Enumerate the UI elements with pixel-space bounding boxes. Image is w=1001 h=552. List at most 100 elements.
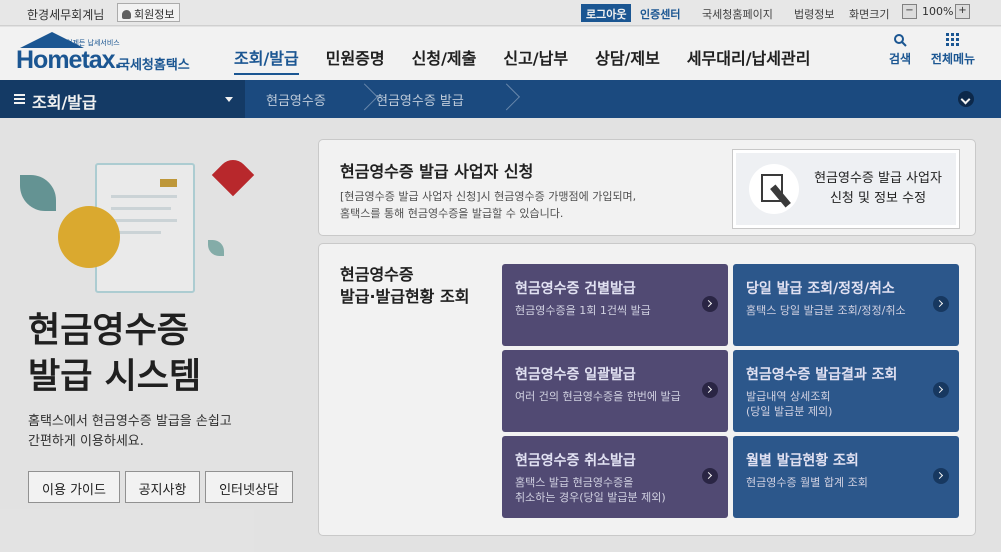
user-name: 한경세무회계님 [27,8,105,22]
receipt-line [111,195,177,198]
chevron-down-icon [225,97,233,102]
hero-description: 홈택스에서 현금영수증 발급을 손쉽고간편하게 이용하세요. [28,412,232,452]
breadcrumb-separator [492,80,506,118]
grid-icon [946,33,959,46]
tile-desc-line1: 여러 건의 현금영수증을 한번에 발급 [515,390,681,403]
all-menu-button[interactable]: 전체메뉴 [928,33,978,67]
cta-inner: 현금영수증 발급 사업자신청 및 정보 수정 [736,153,956,225]
logout-button[interactable]: 로그아웃 [581,4,632,22]
user-icon [122,10,131,19]
zoom-value: 100% [922,5,954,18]
zoom-out-button[interactable]: − [902,4,917,19]
tile-desc-line1: 홈택스 발급 현금영수증을 [515,476,634,489]
hero-desc-line2: 간편하게 이용하세요. [28,434,144,449]
tile-desc-line1: 현금영수증 월별 합계 조회 [746,476,868,489]
tile-desc: 현금영수증을 1회 1건씩 발급 [515,303,728,318]
tile-today-inquiry[interactable]: 당일 발급 조회/정정/취소 홈택스 당일 발급분 조회/정정/취소 [733,264,959,346]
tile-cancel-issue[interactable]: 현금영수증 취소발급 홈택스 발급 현금영수증을취소하는 경우(당일 발급분 제… [502,436,728,518]
tile-bulk-issue[interactable]: 현금영수증 일괄발급 여러 건의 현금영수증을 한번에 발급 [502,350,728,432]
chevron-right-icon [933,382,949,398]
section-label: 조회/발급 [32,93,97,112]
tile-desc-line1: 홈택스 당일 발급분 조회/정정/취소 [746,304,906,317]
heart-illustration [211,153,255,197]
hero-title-line1: 현금영수증 [28,311,190,351]
leaf-illustration [20,175,56,211]
gnb-civil-cert[interactable]: 민원증명 [326,45,385,75]
all-menu-label: 전체메뉴 [930,52,976,66]
issue-title-line1: 현금영수증 [340,265,414,284]
zoom-in-button[interactable]: + [955,4,970,19]
receipt-line [111,207,171,210]
business-apply-desc: [현금영수증 발급 사업자 신청]시 현금영수증 가맹점에 가입되며, 홈택스를 … [340,188,636,222]
search-icon [894,34,907,47]
header: 언제든 납세서비스 Hometax. 국세청홈택스 조회/발급 민원증명 신청/… [0,27,1001,80]
gnb-tax-agent[interactable]: 세무대리/납세관리 [687,45,811,75]
tile-desc-line1: 현금영수증을 1회 1건씩 발급 [515,304,651,317]
breadcrumb-cash-receipt[interactable]: 현금영수증 [266,90,326,109]
logo-text: Hometax. [16,46,122,74]
business-apply-cta-button[interactable]: 현금영수증 발급 사업자신청 및 정보 수정 [732,149,960,229]
hero-panel: 현금영수증발급 시스템 홈택스에서 현금영수증 발급을 손쉽고간편하게 이용하세… [0,118,310,552]
hero-title: 현금영수증발급 시스템 [28,308,201,400]
tile-desc: 홈택스 당일 발급분 조회/정정/취소 [746,303,959,318]
tile-desc: 홈택스 발급 현금영수증을취소하는 경우(당일 발급분 제외) [515,475,728,505]
tile-title: 현금영수증 발급결과 조회 [746,367,898,383]
nav-expand-button[interactable] [958,91,974,107]
tile-title: 현금영수증 일괄발급 [515,367,636,383]
cert-center-link[interactable]: 인증센터 [640,6,680,22]
receipt-line [111,219,177,222]
tile-title: 현금영수증 취소발급 [515,453,636,469]
tile-desc-line2: 취소하는 경우(당일 발급분 제외) [515,491,666,504]
issue-title-line2: 발급·발급현황 조회 [340,287,470,306]
chevron-right-icon [933,296,949,312]
notice-button[interactable]: 공지사항 [125,471,200,503]
tile-desc: 현금영수증 월별 합계 조회 [746,475,959,490]
internet-consult-button[interactable]: 인터넷상담 [205,471,293,503]
chevron-right-icon [702,382,718,398]
section-dropdown[interactable]: 조회/발급 [0,80,245,118]
tile-desc: 발급내역 상세조회 (당일 발급분 제외) [746,389,959,419]
gnb-inquiry-issue[interactable]: 조회/발급 [234,45,299,75]
breadcrumb-separator [350,80,364,118]
hometax-logo[interactable]: 언제든 납세서비스 Hometax. 국세청홈택스 [16,32,206,76]
user-guide-button[interactable]: 이용 가이드 [28,471,120,503]
member-info-button[interactable]: 회원정보 [117,3,181,22]
search-label: 검색 [888,52,912,66]
receipt-stamp [160,179,177,187]
cta-line2: 신청 및 정보 수정 [829,191,927,206]
nts-homepage-link[interactable]: 국세청홈페이지 [702,6,773,22]
cta-line1: 현금영수증 발급 사업자 [814,171,942,186]
apply-desc-line1: [현금영수증 발급 사업자 신청]시 현금영수증 가맹점에 가입되며, [340,190,637,203]
tile-issue-result[interactable]: 현금영수증 발급결과 조회 발급내역 상세조회 (당일 발급분 제외) [733,350,959,432]
tile-desc-line2: (당일 발급분 제외) [746,405,833,418]
hamburger-icon [14,94,25,96]
hero-desc-line1: 홈택스에서 현금영수증 발급을 손쉽고 [28,414,232,429]
law-info-link[interactable]: 법령정보 [794,6,834,22]
tile-title: 월별 발급현황 조회 [746,453,859,469]
top-utility-bar: 한경세무회계님 회원정보 로그아웃 인증센터 국세청홈페이지 법령정보 화면크기… [0,0,1001,26]
screen-size-label: 화면크기 [849,8,890,21]
tile-desc-line1: 발급내역 상세조회 [746,390,831,403]
leaf-illustration [208,240,224,256]
chevron-right-icon [702,296,718,312]
tile-title: 당일 발급 조회/정정/취소 [746,281,895,297]
gnb-report-pay[interactable]: 신고/납부 [503,45,568,75]
apply-desc-line2: 홈택스를 통해 현금영수증을 발급할 수 있습니다. [340,207,564,220]
smile-face-illustration [58,206,120,268]
breadcrumb-bar: 조회/발급 현금영수증 현금영수증 발급 [0,80,1001,118]
tile-single-issue[interactable]: 현금영수증 건별발급 현금영수증을 1회 1건씩 발급 [502,264,728,346]
chevron-right-icon [933,468,949,484]
tile-desc: 여러 건의 현금영수증을 한번에 발급 [515,389,728,404]
tile-monthly-status[interactable]: 월별 발급현황 조회 현금영수증 월별 합계 조회 [733,436,959,518]
gnb-consult-report[interactable]: 상담/제보 [595,45,660,75]
zoom-control: − 100% + [902,4,972,22]
tile-title: 현금영수증 건별발급 [515,281,636,297]
chevron-right-icon [702,468,718,484]
gnb-apply-submit[interactable]: 신청/제출 [412,45,477,75]
breadcrumb-cash-receipt-issue[interactable]: 현금영수증 발급 [376,90,464,109]
hero-title-line2: 발급 시스템 [28,357,202,397]
main-nav: 조회/발급 민원증명 신청/제출 신고/납부 상담/제보 세무대리/납세관리 [234,45,837,75]
search-button[interactable]: 검색 [885,33,915,67]
issue-inquiry-title: 현금영수증발급·발급현황 조회 [340,264,469,308]
cta-label: 현금영수증 발급 사업자신청 및 정보 수정 [804,169,952,209]
